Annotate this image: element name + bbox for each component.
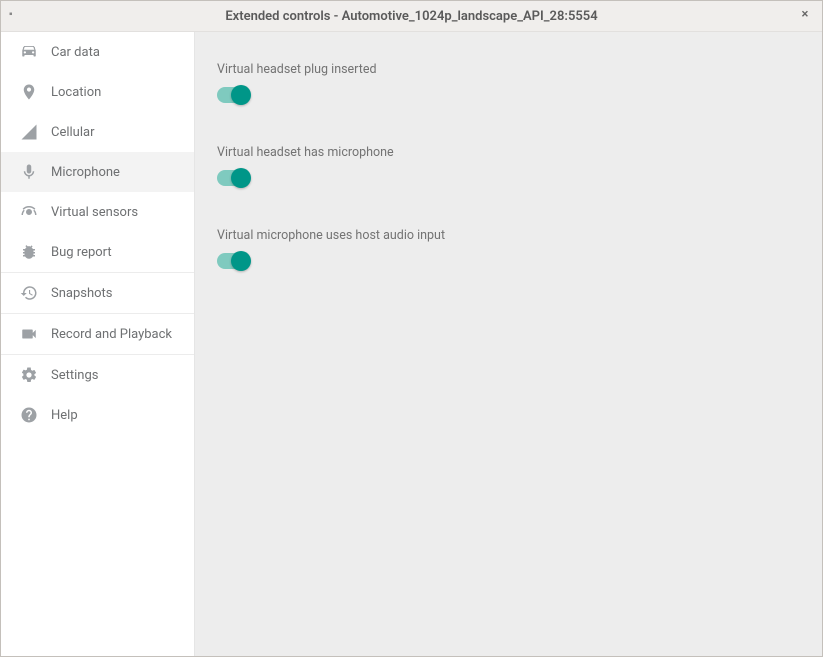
sidebar-item-snapshots[interactable]: Snapshots [1,273,194,313]
sensors-icon [19,202,39,222]
car-icon [19,42,39,62]
videocam-icon [19,324,39,344]
emulator-extended-controls-window: ▪ Extended controls - Automotive_1024p_l… [0,0,823,657]
setting-headset-plug: Virtual headset plug inserted [217,62,800,103]
sidebar-item-label: Snapshots [51,286,176,301]
setting-label: Virtual headset plug inserted [217,62,800,77]
content-area: Car data Location Cellular Microphone [1,31,822,656]
sidebar-item-microphone[interactable]: Microphone [1,152,194,192]
setting-label: Virtual headset has microphone [217,145,800,160]
help-icon [19,405,39,425]
toggle-host-audio[interactable] [217,253,247,269]
sidebar-item-label: Microphone [51,165,176,180]
setting-label: Virtual microphone uses host audio input [217,228,800,243]
sidebar-item-car-data[interactable]: Car data [1,32,194,72]
close-button[interactable]: × [798,7,812,21]
gear-icon [19,365,39,385]
toggle-knob [231,168,251,188]
sidebar-item-virtual-sensors[interactable]: Virtual sensors [1,192,194,232]
cellular-icon [19,122,39,142]
location-icon [19,82,39,102]
titlebar: ▪ Extended controls - Automotive_1024p_l… [1,1,822,31]
sidebar-item-record-playback[interactable]: Record and Playback [1,314,194,354]
sidebar-item-cellular[interactable]: Cellular [1,112,194,152]
setting-headset-mic: Virtual headset has microphone [217,145,800,186]
sidebar-item-help[interactable]: Help [1,395,194,435]
sidebar-item-label: Car data [51,45,176,60]
titlebar-left-decor: ▪ [9,9,13,20]
sidebar-item-settings[interactable]: Settings [1,355,194,395]
setting-host-audio: Virtual microphone uses host audio input [217,228,800,269]
sidebar-item-label: Help [51,408,176,423]
mic-icon [19,162,39,182]
sidebar-item-label: Record and Playback [51,327,176,342]
sidebar-item-label: Cellular [51,125,176,140]
bug-icon [19,242,39,262]
sidebar: Car data Location Cellular Microphone [1,32,195,656]
window-title: Extended controls - Automotive_1024p_lan… [225,9,597,24]
toggle-headset-mic[interactable] [217,170,247,186]
sidebar-item-label: Bug report [51,245,176,260]
history-icon [19,283,39,303]
main-panel: Virtual headset plug inserted Virtual he… [195,32,822,656]
sidebar-item-bug-report[interactable]: Bug report [1,232,194,272]
toggle-knob [231,251,251,271]
sidebar-item-label: Settings [51,368,176,383]
sidebar-item-label: Location [51,85,176,100]
sidebar-item-label: Virtual sensors [51,205,176,220]
toggle-knob [231,85,251,105]
toggle-headset-plug[interactable] [217,87,247,103]
sidebar-item-location[interactable]: Location [1,72,194,112]
